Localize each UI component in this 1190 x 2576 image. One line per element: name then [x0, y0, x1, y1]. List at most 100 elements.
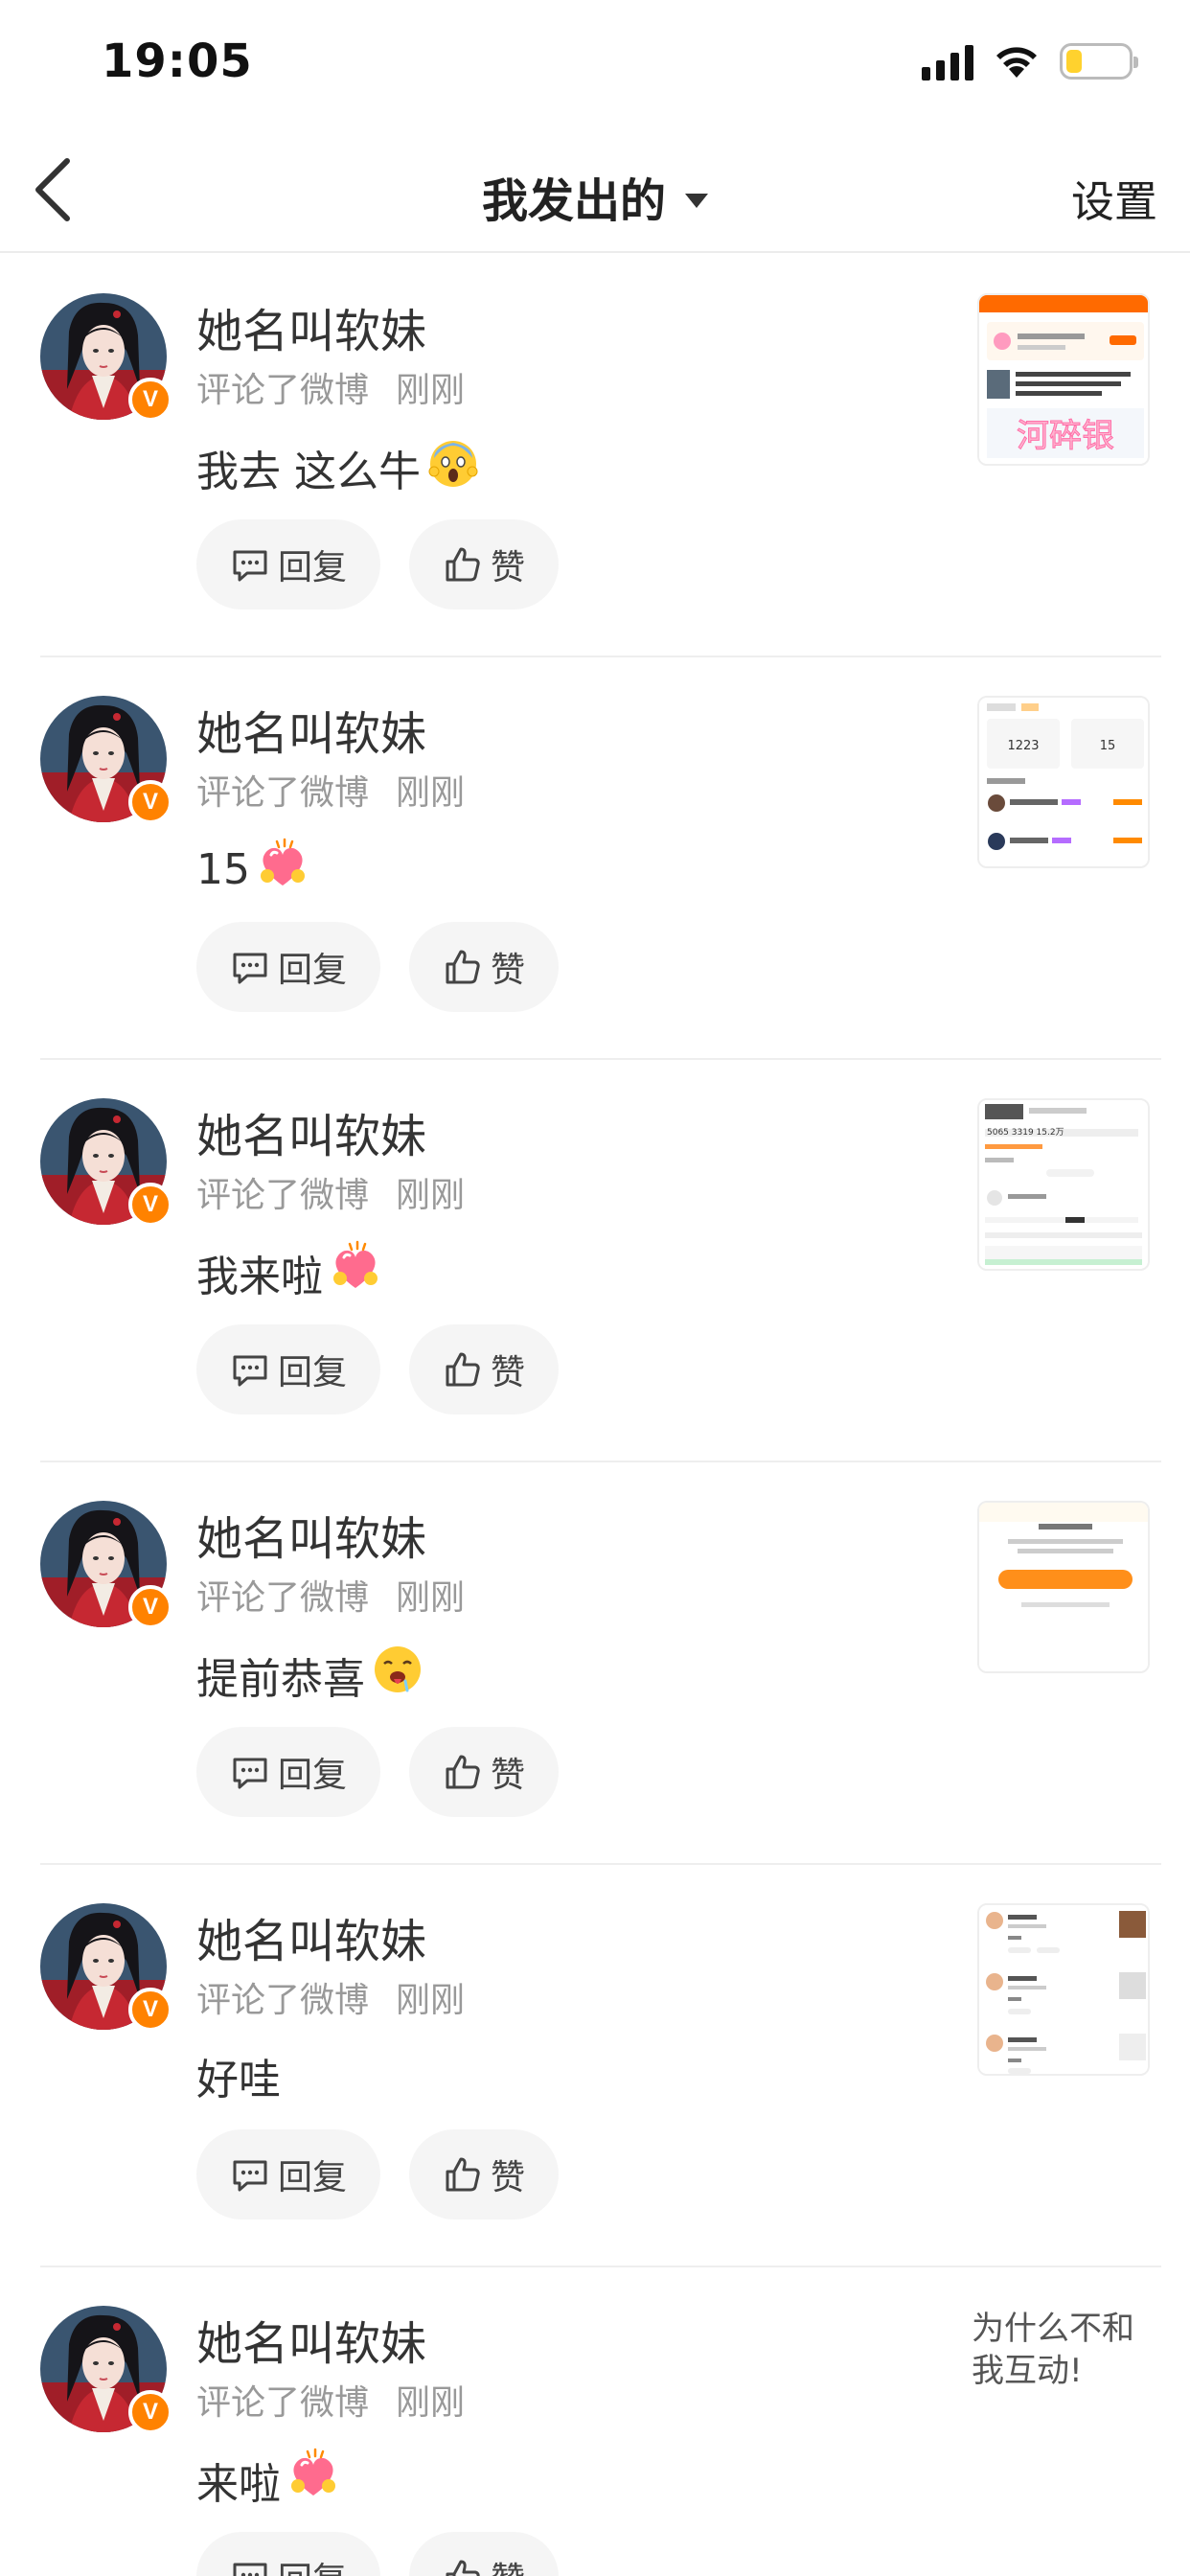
- action-text: 评论了微博: [196, 773, 370, 813]
- nav-bar: 我发出的 设置: [0, 126, 1190, 253]
- timestamp: 刚刚: [396, 2383, 466, 2423]
- caret-down-icon: [685, 193, 708, 208]
- like-label: 赞: [490, 548, 525, 587]
- like-label: 赞: [490, 951, 525, 990]
- thumbs-up-icon: [446, 950, 480, 984]
- post-thumbnail[interactable]: [977, 1501, 1150, 1673]
- timestamp: 刚刚: [396, 1176, 466, 1215]
- verified-badge-icon: V: [128, 1988, 172, 2032]
- comment-text: 我来啦: [196, 1240, 382, 1304]
- thumbs-up-icon: [446, 1755, 480, 1789]
- reply-button[interactable]: 回复: [196, 2129, 380, 2220]
- svg-text:河碎银: 河碎银: [1017, 417, 1114, 455]
- post-thumbnail[interactable]: 5065 3319 15.2万: [977, 1098, 1150, 1271]
- action-bar: 回复 赞: [196, 1324, 559, 1414]
- post-thumbnail[interactable]: 1223 15: [977, 696, 1150, 868]
- comment-body: 我来啦: [196, 1252, 323, 1301]
- reply-label: 回复: [277, 1756, 347, 1795]
- timestamp: 刚刚: [396, 773, 466, 813]
- reply-button[interactable]: 回复: [196, 922, 380, 1012]
- action-bar: 回复 赞: [196, 922, 559, 1012]
- verified-badge-icon: V: [128, 780, 172, 824]
- feed-item[interactable]: V 她名叫软妹 评论了微博 刚刚 我去 这么牛 回复 赞 河碎银: [40, 255, 1161, 657]
- post-preview-text[interactable]: 为什么不和我互动!: [972, 2308, 1154, 2392]
- user-name[interactable]: 她名叫软妹: [196, 1501, 426, 1568]
- like-button[interactable]: 赞: [409, 2129, 559, 2220]
- comment-meta: 评论了微博 刚刚: [196, 1167, 465, 1217]
- timestamp: 刚刚: [396, 1578, 466, 1618]
- comment-icon: [233, 1758, 267, 1789]
- like-label: 赞: [490, 2158, 525, 2197]
- reply-button[interactable]: 回复: [196, 1727, 380, 1817]
- action-bar: 回复 赞: [196, 1727, 559, 1817]
- comment-meta: 评论了微博 刚刚: [196, 362, 465, 412]
- thumbs-up-icon: [446, 2560, 480, 2576]
- comment-body: 好哇: [196, 2056, 281, 2104]
- comment-icon: [233, 2160, 267, 2192]
- feed-item[interactable]: V 她名叫软妹 评论了微博 刚刚 15 回复 赞 1223 15: [40, 657, 1161, 1060]
- battery-icon: [1060, 43, 1138, 80]
- like-label: 赞: [490, 1353, 525, 1392]
- like-label: 赞: [491, 2552, 525, 2576]
- comment-feed: V 她名叫软妹 评论了微博 刚刚 我去 这么牛 回复 赞 河碎银 V 她名叫软妹…: [0, 255, 1190, 2576]
- heart-hug-emoji: [250, 838, 309, 902]
- status-time: 19:05: [102, 34, 253, 88]
- comment-meta: 评论了微博 刚刚: [196, 1570, 465, 1620]
- reply-label: 回复: [277, 548, 347, 587]
- action-text: 评论了微博: [196, 1176, 370, 1215]
- comment-meta: 评论了微博 刚刚: [196, 765, 465, 815]
- like-button[interactable]: 赞: [409, 2532, 559, 2576]
- comment-body: 提前恭喜: [196, 1654, 365, 1704]
- comment-body: 来啦: [196, 2459, 281, 2509]
- comment-text: 来啦: [196, 2448, 340, 2512]
- like-button[interactable]: 赞: [409, 519, 559, 610]
- page-title-dropdown[interactable]: 我发出的: [0, 163, 1190, 230]
- verified-badge-icon: V: [128, 1585, 172, 1629]
- timestamp: 刚刚: [396, 371, 466, 410]
- action-text: 评论了微博: [196, 2383, 370, 2423]
- svg-text:15: 15: [1100, 739, 1116, 753]
- action-bar: 回复 赞: [196, 2129, 559, 2220]
- feed-item[interactable]: V 她名叫软妹 评论了微博 刚刚 我来啦 回复 赞 5065 3319 15.2万: [40, 1060, 1161, 1462]
- verified-badge-icon: V: [128, 1183, 172, 1227]
- action-text: 评论了微博: [196, 371, 370, 410]
- wifi-icon: [996, 47, 1037, 78]
- comment-icon: [233, 1355, 267, 1387]
- action-text: 评论了微博: [196, 1578, 370, 1618]
- comment-meta: 评论了微博 刚刚: [196, 2375, 465, 2425]
- comment-icon: [233, 550, 267, 582]
- comment-text: 提前恭喜: [196, 1643, 424, 1707]
- comment-text: 15: [196, 838, 309, 902]
- user-name[interactable]: 她名叫软妹: [196, 293, 426, 360]
- user-name[interactable]: 她名叫软妹: [196, 1903, 426, 1970]
- feed-item[interactable]: V 她名叫软妹 评论了微博刚刚 来啦 回复 赞 为什么不和我互动!: [40, 2267, 1161, 2576]
- settings-button[interactable]: 设置: [1071, 167, 1157, 229]
- verified-badge-icon: V: [128, 378, 172, 422]
- like-button[interactable]: 赞: [409, 922, 559, 1012]
- reply-label: 回复: [277, 2158, 347, 2197]
- action-bar: 回复 赞: [196, 519, 559, 610]
- verified-badge-icon: V: [128, 2390, 172, 2434]
- like-button[interactable]: 赞: [409, 1324, 559, 1414]
- reply-button[interactable]: 回复: [196, 519, 380, 610]
- action-text: 评论了微博: [196, 1981, 370, 2020]
- feed-item[interactable]: V 她名叫软妹 评论了微博 刚刚 提前恭喜 回复 赞: [40, 1462, 1161, 1865]
- reply-button[interactable]: 回复: [196, 1324, 380, 1414]
- post-thumbnail[interactable]: 河碎银: [977, 293, 1150, 466]
- svg-text:1223: 1223: [1007, 739, 1039, 753]
- thumbs-up-icon: [446, 2157, 480, 2192]
- page-title: 我发出的: [481, 174, 666, 228]
- user-name[interactable]: 她名叫软妹: [196, 2306, 426, 2373]
- status-icons: [922, 42, 1138, 80]
- heart-hug-emoji: [281, 2448, 340, 2512]
- feed-item[interactable]: V 她名叫软妹 评论了微博 刚刚 好哇 回复 赞: [40, 1865, 1161, 2267]
- user-name[interactable]: 她名叫软妹: [196, 1098, 426, 1165]
- comment-body: 15: [196, 845, 250, 894]
- reply-label: 回复: [277, 1353, 347, 1392]
- reply-button[interactable]: 回复: [196, 2532, 380, 2576]
- post-thumbnail[interactable]: [977, 1903, 1150, 2076]
- user-name[interactable]: 她名叫软妹: [196, 696, 426, 763]
- action-bar: 回复 赞: [196, 2532, 559, 2576]
- timestamp: 刚刚: [396, 1981, 466, 2020]
- like-button[interactable]: 赞: [409, 1727, 559, 1817]
